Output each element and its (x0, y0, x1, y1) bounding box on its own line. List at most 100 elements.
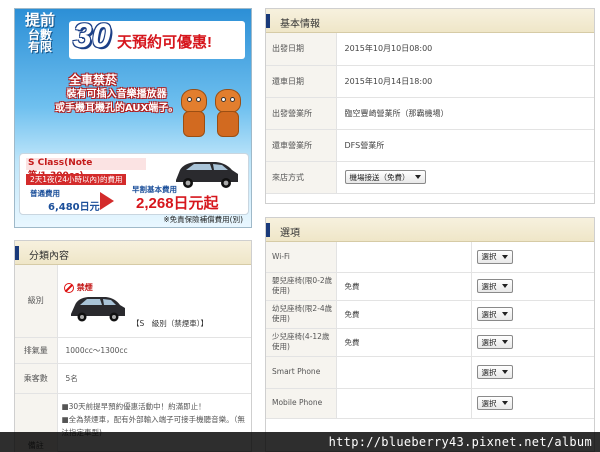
table-row: Wi-Fi 選択 (266, 242, 594, 273)
table-row: Smart Phone 選択 (266, 356, 594, 389)
category-title: 分類內容 (29, 251, 69, 262)
option-select-label: 選択 (481, 309, 497, 319)
visit-method-cell: 機場接送（免費） (336, 161, 594, 194)
option-select-smart-phone[interactable]: 選択 (476, 365, 513, 379)
category-header: 分類內容 (15, 241, 251, 265)
chevron-down-icon (501, 340, 508, 344)
chevron-down-icon (414, 175, 421, 179)
visit-method-value: 機場接送（免費） (349, 172, 410, 182)
return-date-value: 2015年10月14日18:00 (336, 65, 594, 98)
banner-headline: 天預約可優惠! (117, 34, 212, 51)
shisa-statue-icon (213, 89, 241, 139)
visit-method-label: 來店方式 (266, 161, 337, 194)
basic-info-header: 基本情報 (266, 9, 594, 33)
section-bar (266, 14, 270, 28)
category-section: 分類內容 級別 排氣量 1000cc～1300cc 乘客數 5名 備註 ■30天… (14, 240, 252, 452)
option-select-mobile-phone[interactable]: 選択 (476, 396, 513, 410)
option-price-junior-seat: 免費 (336, 328, 472, 357)
table-row: 還車日期 2015年10月14日18:00 (266, 65, 594, 98)
capacity-value: 5名 (57, 363, 251, 394)
banner-subtitle: 全車禁菸 (69, 73, 118, 87)
departure-office-value: 臨空豐崎營業所（那霸機場） (336, 97, 594, 130)
departure-date-value: 2015年10月10日08:00 (336, 33, 594, 66)
option-price-wifi (336, 242, 472, 273)
chevron-down-icon (501, 284, 508, 288)
option-label-wifi: Wi-Fi (266, 242, 337, 273)
chevron-down-icon (501, 254, 508, 259)
chevron-down-icon (501, 401, 508, 405)
price-card: S Class(Note等/1,300cc) 2天1夜(24小時以內)的費用 普… (19, 153, 249, 215)
option-select-label: 選択 (481, 398, 497, 408)
note-line-1: ■30天前提早預約優惠活動中！約滿即止！ (61, 401, 206, 411)
banner-description: 裝有可插入音樂播放器 或手機耳機孔的AUX端子。 (55, 88, 178, 115)
departure-office-label: 出發營業所 (266, 97, 337, 130)
option-select-baby-seat[interactable]: 選択 (476, 279, 513, 293)
basic-info-title: 基本情報 (280, 19, 320, 30)
option-price-child-seat: 免費 (336, 300, 472, 329)
early-price: 2,268日元起 (136, 195, 219, 212)
departure-date-label: 出發日期 (266, 33, 337, 66)
banner-prefix-1: 提前 (25, 11, 56, 29)
car-icon (176, 162, 238, 188)
option-price-smart-phone (336, 356, 472, 389)
option-select-cell: 選択 (471, 388, 594, 419)
table-row: 還車營業所 DFS營業所 (266, 129, 594, 162)
no-smoking-label: 禁煙 (76, 283, 93, 292)
table-row: 幼兒座椅(限2-4歲使用) 免費 選択 (266, 300, 594, 329)
option-label-baby-seat: 嬰兒座椅(限0-2歲使用) (266, 272, 337, 301)
basic-info-section: 基本情報 出發日期 2015年10月10日08:00 還車日期 2015年10月… (265, 8, 595, 204)
option-select-cell: 選択 (471, 328, 594, 357)
table-row: 乘客數 5名 (15, 363, 251, 394)
return-office-value: DFS營業所 (336, 129, 594, 162)
class-label: 級別 (15, 265, 58, 338)
banner-prefix: 提前 台數 有限 (25, 11, 56, 54)
options-table: Wi-Fi 選択 嬰兒座椅(限0-2歲使用) 免費 選択 幼兒座椅(限2-4歲使… (266, 242, 594, 419)
banner-description-line-1: 裝有可插入音樂播放器 (66, 89, 167, 100)
option-select-cell: 選択 (471, 242, 594, 273)
table-row: 嬰兒座椅(限0-2歲使用) 免費 選択 (266, 272, 594, 301)
basic-info-table: 出發日期 2015年10月10日08:00 還車日期 2015年10月14日18… (266, 33, 594, 194)
displacement-value: 1000cc～1300cc (57, 337, 251, 364)
option-label-smart-phone: Smart Phone (266, 356, 337, 389)
banner-description-line-2: 或手機耳機孔的AUX端子。 (55, 102, 179, 114)
visit-method-select[interactable]: 機場接送（免費） (344, 170, 426, 184)
table-row: 出發日期 2015年10月10日08:00 (266, 33, 594, 66)
table-row: 出發營業所 臨空豐崎營業所（那霸機場） (266, 97, 594, 130)
normal-price: 6,480日元 (48, 202, 100, 213)
option-select-cell: 選択 (471, 300, 594, 329)
arrow-icon (100, 192, 114, 210)
option-select-child-seat[interactable]: 選択 (476, 307, 513, 321)
note-line-2: ■全為禁煙車，配有外部輸入端子可接手機聽音樂。（無 (61, 414, 245, 424)
promo-banner[interactable]: 提前 台數 有限 30 天預約可優惠! 全車禁菸 裝有可插入音樂播放器 或手機耳… (14, 8, 252, 228)
category-table: 級別 排氣量 1000cc～1300cc 乘客數 5名 備註 ■30天前提早預約… (15, 265, 251, 452)
watermark: http://blueberry43.pixnet.net/album (0, 432, 600, 452)
car-class-label: S Class(Note等/1,300cc) (26, 158, 146, 181)
car-thumbnail-icon (71, 297, 125, 322)
table-row: Mobile Phone 選択 (266, 388, 594, 419)
option-select-cell: 選択 (471, 272, 594, 301)
option-select-label: 選択 (481, 367, 497, 377)
table-row: 少兒座椅(4-12歲使用) 免費 選択 (266, 328, 594, 357)
option-select-label: 選択 (481, 281, 497, 291)
option-label-child-seat: 幼兒座椅(限2-4歲使用) (266, 300, 337, 329)
section-bar (266, 223, 270, 237)
capacity-label: 乘客數 (15, 363, 58, 394)
option-label-mobile-phone: Mobile Phone (266, 388, 337, 419)
option-select-label: 選択 (481, 337, 497, 347)
table-row: 來店方式 機場接送（免費） (266, 161, 594, 194)
banner-note: ※免責保險補償費用(別) (163, 215, 243, 224)
class-value: 【S 級別（禁煙車）】 (132, 319, 209, 328)
option-select-cell: 選択 (471, 356, 594, 389)
chevron-down-icon (501, 370, 508, 374)
options-section: 選項 Wi-Fi 選択 嬰兒座椅(限0-2歲使用) 免費 選択 幼兒座椅(限2-… (265, 217, 595, 452)
option-select-junior-seat[interactable]: 選択 (476, 335, 513, 349)
options-header: 選項 (266, 218, 594, 242)
shisa-statue-icon (179, 89, 207, 139)
option-select-wifi[interactable]: 選択 (476, 249, 513, 264)
chevron-down-icon (501, 312, 508, 316)
options-title: 選項 (280, 228, 300, 239)
section-bar (15, 246, 19, 260)
banner-days: 30 (73, 17, 111, 55)
return-date-label: 還車日期 (266, 65, 337, 98)
option-select-label: 選択 (481, 252, 497, 262)
